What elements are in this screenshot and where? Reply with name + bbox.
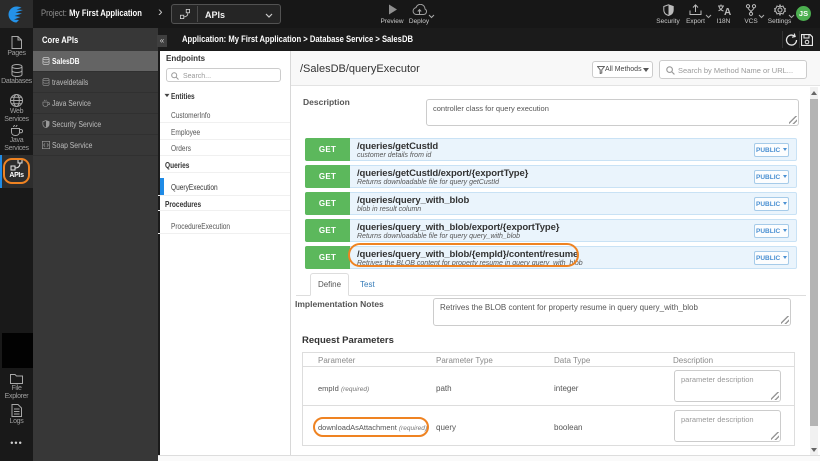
svg-text:A: A <box>724 7 731 16</box>
